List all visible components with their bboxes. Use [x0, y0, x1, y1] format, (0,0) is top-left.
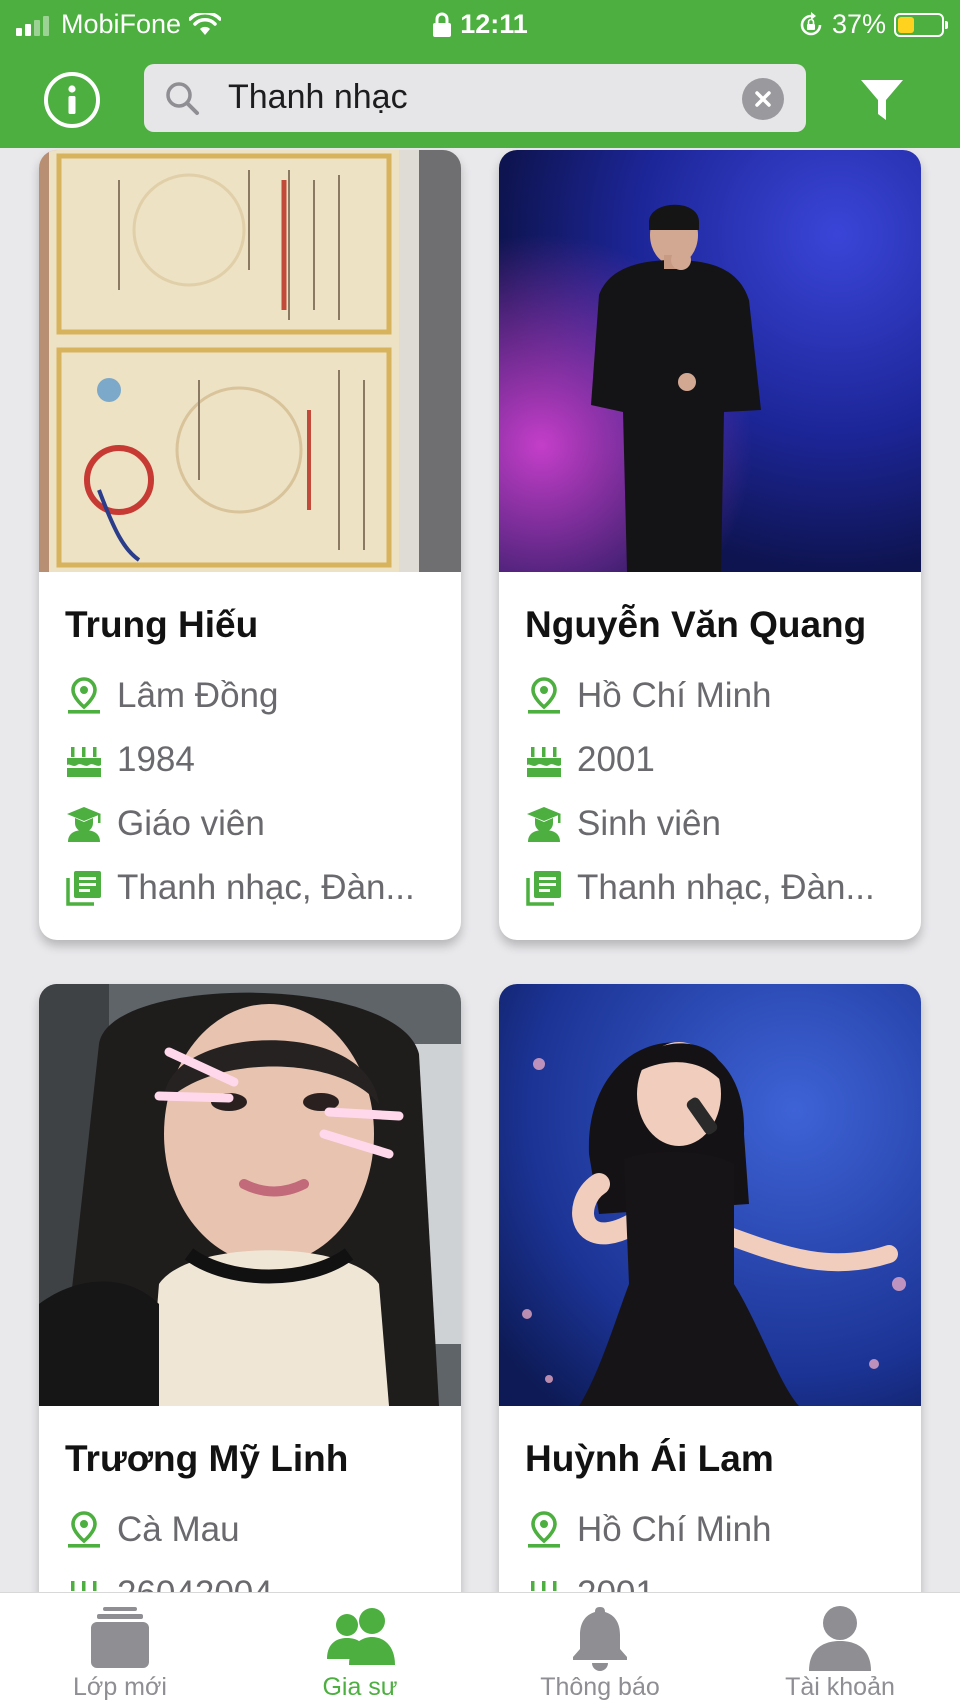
tutor-photo — [39, 984, 461, 1406]
search-input[interactable] — [228, 78, 708, 117]
tutor-card[interactable]: Trung Hiếu Lâm Đồng 1984 Giáo viên Thanh… — [39, 150, 461, 940]
performer-photo — [499, 984, 921, 1406]
location-row: Hồ Chí Minh — [525, 1498, 895, 1562]
search-icon — [166, 82, 199, 115]
info-icon — [68, 85, 76, 114]
bell-icon — [573, 1607, 627, 1671]
tab-new-classes[interactable]: Lớp mới — [0, 1593, 240, 1707]
tutors-icon — [327, 1608, 395, 1665]
tab-label: Gia sư — [322, 1673, 398, 1701]
tutor-location: Lâm Đồng — [117, 676, 279, 715]
selfie-photo — [39, 984, 461, 1406]
tutor-location: Cà Mau — [117, 1510, 240, 1549]
tutor-occupation: Giáo viên — [117, 804, 265, 843]
tab-label: Tài khoản — [785, 1673, 895, 1701]
battery-percent: 37% — [831, 9, 886, 39]
battery-level — [898, 16, 914, 33]
location-pin-icon — [528, 1511, 560, 1548]
clock: 12:11 — [460, 9, 528, 39]
occupation-row: Sinh viên — [525, 792, 895, 856]
tutor-birth: 2001 — [577, 1574, 655, 1592]
tutor-card[interactable]: Huỳnh Ái Lam Hồ Chí Minh 2001 — [499, 984, 921, 1592]
subjects-book-icon — [66, 871, 101, 906]
birthday-cake-icon — [527, 747, 561, 777]
location-row: Hồ Chí Minh — [525, 664, 895, 728]
tab-account[interactable]: Tài khoản — [720, 1593, 960, 1707]
tab-label: Lớp mới — [73, 1673, 167, 1701]
location-row: Cà Mau — [65, 1498, 435, 1562]
subjects-book-icon — [526, 871, 561, 906]
bottom-tab-bar: Lớp mới Gia sư Thông báo Tài khoản — [0, 1592, 960, 1707]
battery-icon — [894, 12, 948, 37]
clear-icon — [755, 91, 771, 107]
birthday-cake-icon — [67, 747, 101, 777]
subjects-row: Thanh nhạc, Đàn... — [65, 856, 435, 920]
birth-row: 2001 — [525, 1562, 895, 1592]
lock-icon — [433, 12, 452, 37]
tutor-location: Hồ Chí Minh — [577, 1510, 772, 1549]
tutor-name: Huỳnh Ái Lam — [525, 1438, 774, 1479]
status-right: 37% — [798, 9, 948, 40]
app-header: MobiFone 12:11 37% — [0, 0, 960, 148]
singer-photo — [499, 150, 921, 572]
birth-row: 2001 — [525, 728, 895, 792]
tutor-photo — [39, 150, 461, 572]
occupation-row: Giáo viên — [65, 792, 435, 856]
tutor-location: Hồ Chí Minh — [577, 676, 772, 715]
tutor-name: Nguyễn Văn Quang — [525, 604, 867, 645]
tutor-subjects: Thanh nhạc, Đàn... — [117, 868, 415, 907]
search-bar[interactable] — [144, 64, 806, 132]
location-pin-icon — [68, 1511, 100, 1548]
info-button[interactable] — [44, 72, 100, 128]
birthday-cake-icon — [531, 1581, 557, 1591]
filter-icon — [861, 80, 903, 120]
tutor-birth: 1984 — [117, 740, 195, 779]
tutor-info: Trung Hiếu Lâm Đồng 1984 Giáo viên Thanh… — [39, 572, 461, 940]
tutor-name: Trương Mỹ Linh — [65, 1438, 349, 1479]
filter-button[interactable] — [858, 76, 906, 124]
tutor-subjects: Thanh nhạc, Đàn... — [577, 868, 875, 907]
location-pin-icon — [528, 677, 560, 714]
tab-notifications[interactable]: Thông báo — [480, 1593, 720, 1707]
tutor-info: Huỳnh Ái Lam Hồ Chí Minh 2001 — [499, 1406, 921, 1592]
tutor-occupation: Sinh viên — [577, 804, 721, 843]
person-icon — [809, 1606, 871, 1671]
rotation-lock-icon — [800, 11, 822, 35]
tutor-grid: Trung Hiếu Lâm Đồng 1984 Giáo viên Thanh… — [0, 148, 960, 1592]
tutor-photo — [499, 984, 921, 1406]
tutor-card[interactable]: Trương Mỹ Linh Cà Mau 26042004 — [39, 984, 461, 1592]
classes-icon — [91, 1607, 149, 1668]
tutor-card[interactable]: Nguyễn Văn Quang Hồ Chí Minh 2001 Sinh v… — [499, 150, 921, 940]
graduate-icon — [67, 807, 101, 842]
subjects-row: Thanh nhạc, Đàn... — [525, 856, 895, 920]
location-pin-icon — [68, 677, 100, 714]
clear-search-button[interactable] — [742, 78, 784, 120]
tutor-birth: 26042004 — [117, 1574, 273, 1592]
birth-row: 1984 — [65, 728, 435, 792]
graduate-icon — [527, 807, 561, 842]
birthday-cake-icon — [71, 1581, 97, 1591]
tutor-photo — [499, 150, 921, 572]
location-row: Lâm Đồng — [65, 664, 435, 728]
tutor-birth: 2001 — [577, 740, 655, 779]
tutor-name: Trung Hiếu — [65, 604, 259, 645]
birth-row: 26042004 — [65, 1562, 435, 1592]
tutor-info: Nguyễn Văn Quang Hồ Chí Minh 2001 Sinh v… — [499, 572, 921, 940]
status-bar: MobiFone 12:11 37% — [0, 0, 960, 52]
tutor-info: Trương Mỹ Linh Cà Mau 26042004 — [39, 1406, 461, 1592]
tab-label: Thông báo — [540, 1673, 660, 1701]
tab-tutors[interactable]: Gia sư — [240, 1593, 480, 1707]
diploma-photo — [39, 150, 461, 572]
